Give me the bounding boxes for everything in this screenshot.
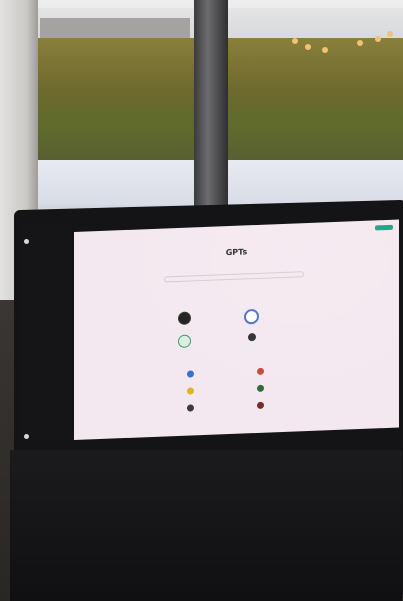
trending-row[interactable] (182, 385, 246, 397)
trending-row[interactable] (182, 402, 246, 414)
user-avatar-icon (24, 434, 29, 439)
gpt-icon (178, 334, 191, 349)
laptop-keyboard (10, 450, 402, 601)
string-light (357, 40, 363, 46)
trending-row[interactable] (182, 368, 246, 380)
gpt-icon (187, 370, 194, 378)
row-description (197, 372, 245, 374)
string-light (375, 36, 381, 42)
gpt-icon (257, 401, 264, 409)
string-light (292, 38, 298, 44)
laptop-screen: GPTs (74, 219, 399, 440)
gpt-icon (178, 311, 191, 326)
app-logo-icon (24, 239, 29, 244)
gpt-icon (244, 308, 259, 325)
gpt-icon (257, 367, 264, 375)
featured-card[interactable] (244, 307, 302, 325)
card-description (258, 311, 302, 313)
featured-card[interactable] (178, 333, 236, 349)
trending-row[interactable] (252, 383, 316, 395)
string-light (305, 44, 311, 50)
search-input[interactable] (164, 271, 304, 283)
row-description (267, 386, 315, 388)
string-light (387, 31, 393, 37)
gpt-icon (187, 387, 194, 395)
card-description (192, 314, 236, 316)
row-description (197, 406, 245, 408)
card-description (192, 337, 236, 339)
photo-scene: GPTs (0, 0, 403, 601)
sidebar-new-chat[interactable] (24, 239, 31, 244)
featured-card[interactable] (178, 310, 236, 326)
sidebar-user[interactable] (24, 434, 31, 439)
featured-card[interactable] (248, 330, 306, 344)
row-description (267, 403, 315, 405)
gpt-icon (257, 384, 264, 392)
page-title: GPTs (225, 247, 248, 258)
string-light (322, 47, 328, 53)
row-description (197, 389, 245, 391)
gpt-icon (187, 404, 194, 412)
trending-row[interactable] (252, 400, 316, 412)
row-description (267, 369, 315, 371)
trending-row[interactable] (252, 366, 316, 378)
gpt-icon (248, 333, 256, 342)
app-sidebar (18, 218, 72, 446)
window-frame-center (194, 0, 228, 210)
create-button[interactable] (375, 224, 393, 231)
card-description (262, 334, 306, 336)
